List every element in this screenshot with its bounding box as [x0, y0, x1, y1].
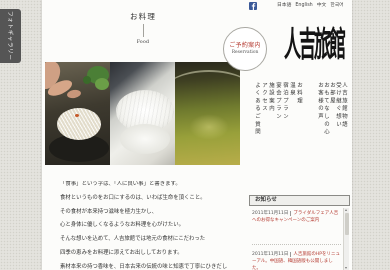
nav-item-faq[interactable]: よくあるご質問 [254, 82, 260, 137]
news-date: 2011年11月11日 [252, 211, 292, 216]
nav-item-banquet-plans[interactable]: 宴会プラン [275, 82, 281, 137]
lang-english[interactable]: English [295, 3, 312, 9]
title-divider [143, 24, 144, 37]
description-line: 「食事」という字は、「人に良い事」と書きます。 [60, 181, 181, 187]
lang-japanese[interactable]: 日本語 [277, 3, 291, 9]
news-title: お知らせ [249, 195, 350, 206]
photo-gallery-tab[interactable]: フォトギャラリー [0, 9, 21, 63]
garnish-shape [75, 114, 79, 117]
greens-shape [95, 78, 109, 90]
photo-gallery-tab-label: フォトギャラリー [6, 11, 13, 61]
noodle-coil-shape [120, 124, 170, 154]
news-box: お知らせ 2011年11月11日 ブライダルフェア人吉へのお得なキャンペーンのご案… [249, 195, 350, 270]
site-logo[interactable]: 人吉旅館 [284, 29, 346, 64]
news-item: 2011年11月11日 ブライダルフェア人吉へのお得なキャンペーンのご案内 [252, 210, 341, 245]
page-title: お料理 [129, 12, 157, 21]
scroll-down-icon[interactable] [345, 267, 347, 269]
nav-item-facilities[interactable]: 施設案内 [268, 82, 274, 137]
description-line: 心と身体に優しくなるようなお料理を心がけたい。 [60, 222, 184, 229]
news-list: 2011年11月11日 ブライダルフェア人吉へのお得なキャンペーンのご案内 201… [249, 206, 350, 270]
food-description: 「食事」という字は、「人に良い事」と書きます。 食材というものをお口にするのは、… [60, 181, 242, 270]
scroll-up-icon[interactable] [345, 209, 347, 211]
greens-shape [83, 76, 91, 84]
reservation-button[interactable]: ご予約案内 Reservation [223, 27, 267, 71]
nav-item-stay-plans[interactable]: 宿泊プラン [282, 82, 288, 137]
nav-item-access[interactable]: アクセス [261, 82, 267, 137]
description-line: 素材本来の持つ香味を、日本古来の伝統の味と知恵で丁寧にひきだし [60, 263, 228, 270]
reservation-sublabel: Reservation [231, 50, 259, 55]
nav-item-story[interactable]: 人吉旅館物語 [341, 82, 347, 137]
language-switcher: 日本語 English 中文 한국어 [277, 3, 344, 9]
food-photo-strip [45, 62, 240, 165]
scroll-thumb[interactable] [344, 213, 349, 235]
page: フォトギャラリー お料理 Food ご予約案内 Reservation 日本語 … [0, 0, 390, 270]
story-nav: 人吉旅館物語 受け継ぐ想い お部屋 おもてなしの心 お客様の声 [317, 82, 347, 137]
page-subtitle: Food [136, 40, 150, 45]
news-date: 2011年11月11日 [252, 252, 292, 257]
food-prep-photo [45, 62, 110, 165]
news-scrollbar[interactable] [343, 208, 349, 270]
sprouts-shape [57, 108, 101, 140]
description-line: その食材が本来持つ滋味を極力生かし、 [60, 208, 158, 215]
finger-shape [66, 88, 82, 100]
nav-item-onsen[interactable]: 温泉 [289, 82, 295, 137]
description-line: そんな想いを込めて、人吉旅館では地元の食材にこだわった [60, 236, 206, 243]
reservation-label: ご予約案内 [229, 42, 261, 49]
facebook-glyph [251, 3, 256, 10]
lang-chinese[interactable]: 中文 [317, 3, 327, 9]
description-line: 四季の恵みをお料理に添えてお出ししております。 [60, 249, 183, 256]
news-item: 2011年11月11日 人吉旅館のHPをリニューアル。中国語、韓国語版も公開しまし… [252, 251, 341, 270]
lang-korean[interactable]: 한국어 [330, 3, 343, 9]
green-broth-photo [175, 62, 240, 165]
bowl-rim-shape [175, 70, 240, 116]
description-line: 食材というものをお口にするのは、いわば生命を頂くこと。 [60, 194, 206, 201]
facebook-icon[interactable] [249, 2, 257, 10]
broth-sheen-shape [189, 114, 229, 140]
daikon-noodle-photo [110, 62, 175, 165]
main-nav: お料理 温泉 宿泊プラン 宴会プラン 施設案内 アクセス よくあるご質問 [254, 82, 302, 137]
nav-item-food[interactable]: お料理 [296, 82, 302, 137]
